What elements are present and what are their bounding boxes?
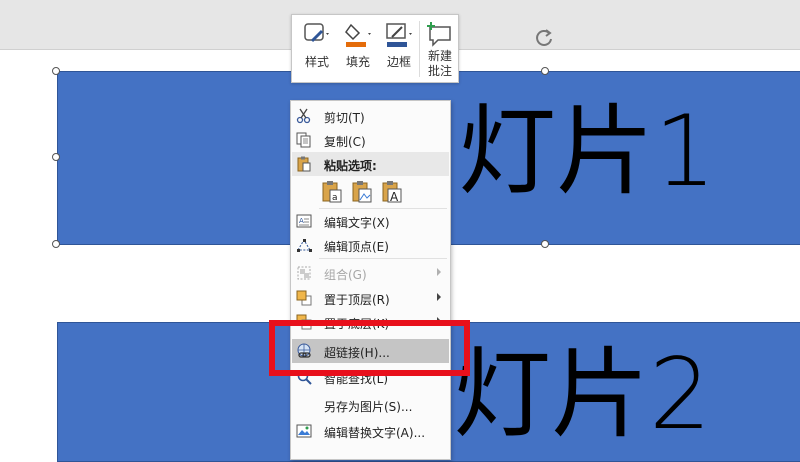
new-comment-label-line1: 新建 (427, 49, 452, 63)
resize-handle-bottom-left[interactable] (52, 240, 60, 248)
border-button[interactable]: 边框 (380, 21, 418, 79)
style-button[interactable]: 样式 (298, 21, 336, 79)
menu-item-edit-text[interactable]: A 编辑文字(X) (292, 209, 449, 233)
scissors-icon (296, 108, 312, 124)
menu-item-cut[interactable]: 剪切(T) (292, 104, 449, 128)
rotate-handle-icon[interactable] (534, 28, 554, 48)
highlight-box (269, 320, 470, 376)
menu-item-save-as-picture[interactable]: 另存为图片(S)... (292, 393, 449, 417)
paste-icon (296, 156, 312, 172)
paste-options-row: a A (319, 178, 439, 206)
menu-label-edit-alt-text: 编辑替换文字(A)... (324, 426, 426, 440)
resize-handle-top-left[interactable] (52, 67, 60, 75)
menu-label-edit-text: 编辑文字(X) (324, 216, 390, 230)
menu-header-paste-options: 粘贴选项: (292, 152, 449, 176)
menu-label-group: 组合(G) (324, 268, 367, 282)
fill-label: 填充 (345, 55, 370, 69)
border-pen-icon (384, 21, 414, 49)
shape-text-1: 灯片1 (458, 95, 717, 209)
menu-item-bring-to-front[interactable]: 置于顶层(R) (292, 286, 449, 310)
copy-icon (296, 132, 312, 148)
menu-label-edit-points: 编辑顶点(E) (324, 240, 389, 254)
edit-points-icon (296, 237, 312, 253)
style-icon (302, 21, 332, 49)
edit-text-icon: A (296, 213, 312, 229)
keep-source-format-icon[interactable]: a (321, 180, 343, 204)
svg-text:a: a (332, 193, 338, 203)
menu-label-cut: 剪切(T) (324, 111, 365, 125)
new-comment-icon (425, 21, 455, 49)
context-menu: 剪切(T) 复制(C) 粘贴选项: a A A 编辑文字(X) 编辑顶点(E) … (290, 100, 451, 460)
menu-separator (319, 258, 447, 259)
mini-toolbar: 样式 填充 边框 新建 批注 (291, 14, 459, 83)
svg-text:A: A (299, 217, 304, 225)
new-comment-label-line2: 批注 (427, 64, 452, 78)
style-label: 样式 (304, 55, 329, 69)
menu-label-save-as-picture: 另存为图片(S)... (324, 400, 413, 414)
menu-label-paste-options: 粘贴选项: (324, 159, 377, 173)
toolbar-separator (419, 21, 420, 77)
resize-handle-top-middle[interactable] (541, 67, 549, 75)
menu-label-copy: 复制(C) (324, 135, 366, 149)
menu-label-bring-to-front: 置于顶层(R) (324, 293, 390, 307)
bring-to-front-icon (296, 290, 312, 306)
shape-text-2: 灯片2 (453, 338, 712, 452)
alt-text-icon (296, 423, 312, 439)
group-icon (296, 265, 312, 281)
resize-handle-middle-left[interactable] (52, 153, 60, 161)
picture-icon[interactable] (351, 180, 373, 204)
submenu-arrow-icon (437, 268, 441, 276)
svg-text:A: A (390, 190, 399, 204)
fill-button[interactable]: 填充 (339, 21, 377, 79)
menu-item-edit-alt-text[interactable]: 编辑替换文字(A)... (292, 419, 449, 443)
keep-text-only-icon[interactable]: A (381, 180, 403, 204)
new-comment-button[interactable]: 新建 批注 (421, 21, 459, 79)
fill-bucket-icon (343, 21, 373, 49)
resize-handle-bottom-middle[interactable] (541, 240, 549, 248)
menu-item-group[interactable]: 组合(G) (292, 261, 449, 285)
menu-item-edit-points[interactable]: 编辑顶点(E) (292, 233, 449, 257)
submenu-arrow-icon (437, 293, 441, 301)
menu-item-copy[interactable]: 复制(C) (292, 128, 449, 152)
border-label: 边框 (386, 55, 411, 69)
